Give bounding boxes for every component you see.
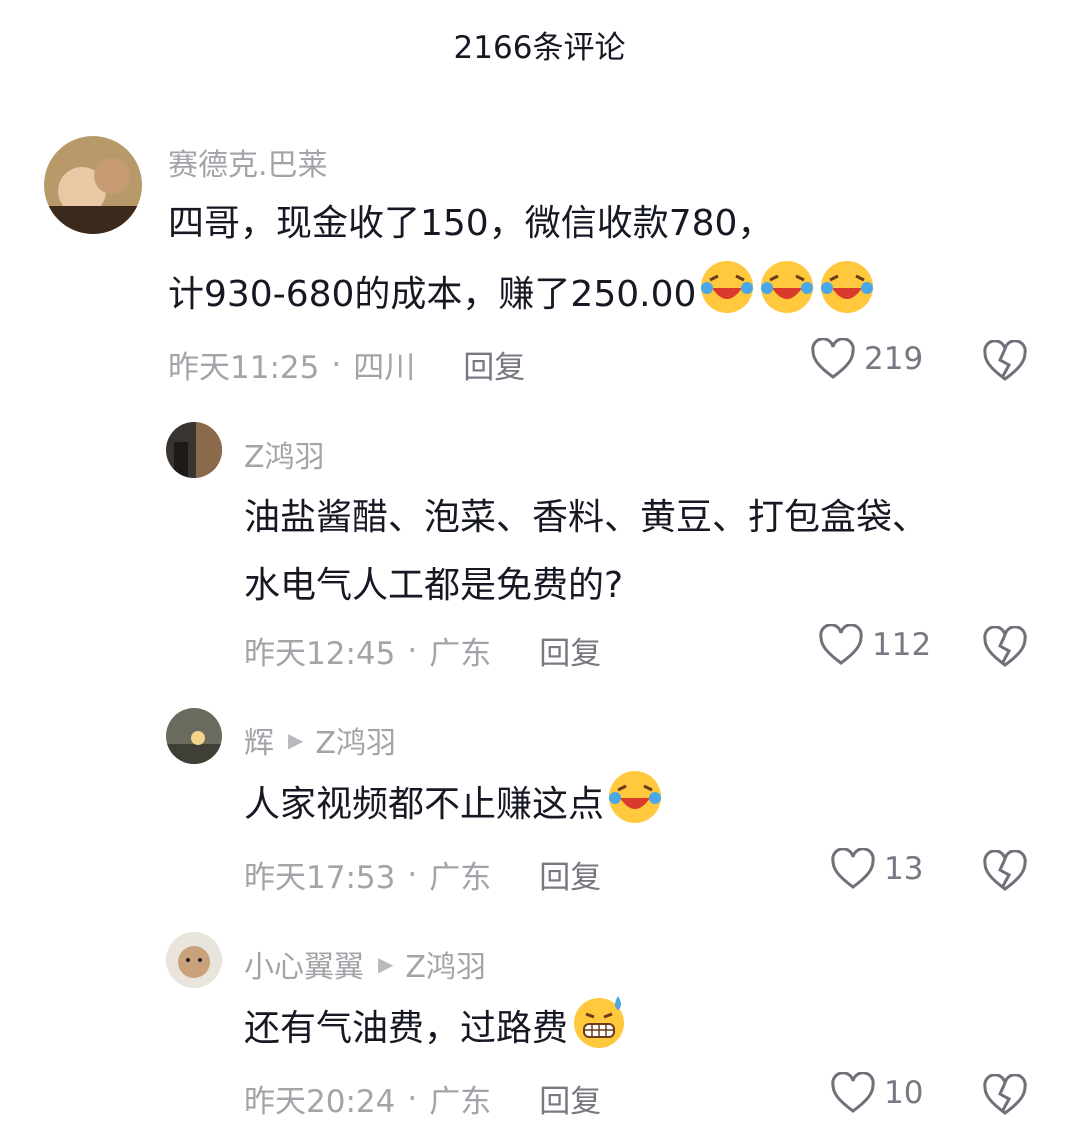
comment-line-with-emoji: 人家视频都不止赚这点 — [244, 768, 664, 839]
broken-heart-icon[interactable] — [982, 340, 1028, 382]
reply-button[interactable]: 回复 — [539, 852, 601, 897]
like-button[interactable]: 10 — [830, 1072, 923, 1114]
reply-button[interactable]: 回复 — [539, 1076, 601, 1121]
comment-line: 人家视频都不止赚这点 — [244, 784, 605, 825]
comment-line: 油盐酱醋、泡菜、香料、黄豆、打包盒袋、 — [244, 497, 929, 538]
like-count: 10 — [884, 1075, 924, 1111]
comment-text: 四哥，现金收了150，微信收款780， 计930-680的成本，赚了250.00 — [168, 190, 876, 329]
triangle-right-icon: ▶ — [288, 728, 304, 752]
comment-time: 昨天20:24 — [244, 1084, 396, 1120]
comments-count-title: 2166条评论 — [453, 30, 626, 66]
like-count: 13 — [884, 851, 924, 887]
comment-time: 昨天17:53 — [244, 860, 396, 896]
like-count: 112 — [872, 627, 932, 663]
laughing-crying-emoji — [606, 768, 664, 826]
comment-meta: 昨天17:53 · 广东 回复 — [244, 852, 601, 897]
laughing-crying-emoji — [818, 258, 876, 316]
author-name[interactable]: 辉 — [244, 718, 274, 762]
comment-location: 广东 — [429, 1084, 492, 1120]
author-name[interactable]: 小心翼翼 — [244, 942, 364, 986]
reply-to-name[interactable]: Z鸿羽 — [405, 942, 486, 986]
comment-author[interactable]: Z鸿羽 — [244, 432, 325, 476]
broken-heart-icon[interactable] — [982, 626, 1028, 668]
comment-line-with-emoji: 计930-680的成本，赚了250.00 — [168, 258, 876, 329]
heart-outline-icon — [831, 848, 875, 889]
reply-button[interactable]: 回复 — [539, 628, 601, 673]
reply-button[interactable]: 回复 — [463, 342, 525, 387]
comment-meta: 昨天12:45 · 广东 回复 — [244, 628, 601, 673]
comment-text: 还有气油费，过路费 — [244, 992, 628, 1063]
heart-outline-icon — [819, 624, 863, 665]
comment-time: 昨天11:25 — [168, 350, 320, 386]
avatar[interactable] — [166, 422, 222, 478]
comment-meta: 昨天11:25 · 四川 回复 — [168, 342, 525, 387]
comment-author[interactable]: 辉 ▶ Z鸿羽 — [244, 718, 396, 762]
broken-heart-icon[interactable] — [982, 850, 1028, 892]
sweat-grin-emoji — [570, 992, 628, 1050]
triangle-right-icon: ▶ — [378, 952, 394, 976]
comment-author[interactable]: 赛德克.巴莱 — [168, 140, 328, 184]
like-button[interactable]: 112 — [818, 624, 931, 666]
comment-author[interactable]: 小心翼翼 ▶ Z鸿羽 — [244, 942, 486, 986]
author-name[interactable]: Z鸿羽 — [244, 432, 325, 476]
comment-location: 广东 — [429, 860, 492, 896]
broken-heart-icon[interactable] — [982, 1074, 1028, 1116]
comment-location: 广东 — [429, 636, 492, 672]
avatar[interactable] — [166, 708, 222, 764]
comment-time: 昨天12:45 — [244, 636, 396, 672]
comment-line: 还有气油费，过路费 — [244, 1008, 569, 1049]
comment-line-with-emoji: 还有气油费，过路费 — [244, 992, 628, 1063]
comment-meta: 昨天20:24 · 广东 回复 — [244, 1076, 601, 1121]
avatar[interactable] — [166, 932, 222, 988]
author-name[interactable]: 赛德克.巴莱 — [168, 140, 328, 184]
comment-line: 计930-680的成本，赚了250.00 — [168, 274, 697, 315]
laughing-crying-emoji — [698, 258, 756, 316]
like-button[interactable]: 219 — [810, 338, 923, 380]
laughing-crying-emoji — [758, 258, 816, 316]
comment-text: 油盐酱醋、泡菜、香料、黄豆、打包盒袋、 水电气人工都是免费的? — [244, 484, 928, 620]
comment-location: 四川 — [353, 350, 416, 386]
avatar[interactable] — [44, 136, 142, 234]
reply-to-name[interactable]: Z鸿羽 — [315, 718, 396, 762]
comment-line: 四哥，现金收了150，微信收款780， — [168, 203, 774, 244]
like-count: 219 — [864, 341, 924, 377]
like-button[interactable]: 13 — [830, 848, 923, 890]
heart-outline-icon — [811, 338, 855, 379]
heart-outline-icon — [831, 1072, 875, 1113]
comment-text: 人家视频都不止赚这点 — [244, 768, 664, 839]
comment-line: 水电气人工都是免费的? — [244, 565, 624, 606]
